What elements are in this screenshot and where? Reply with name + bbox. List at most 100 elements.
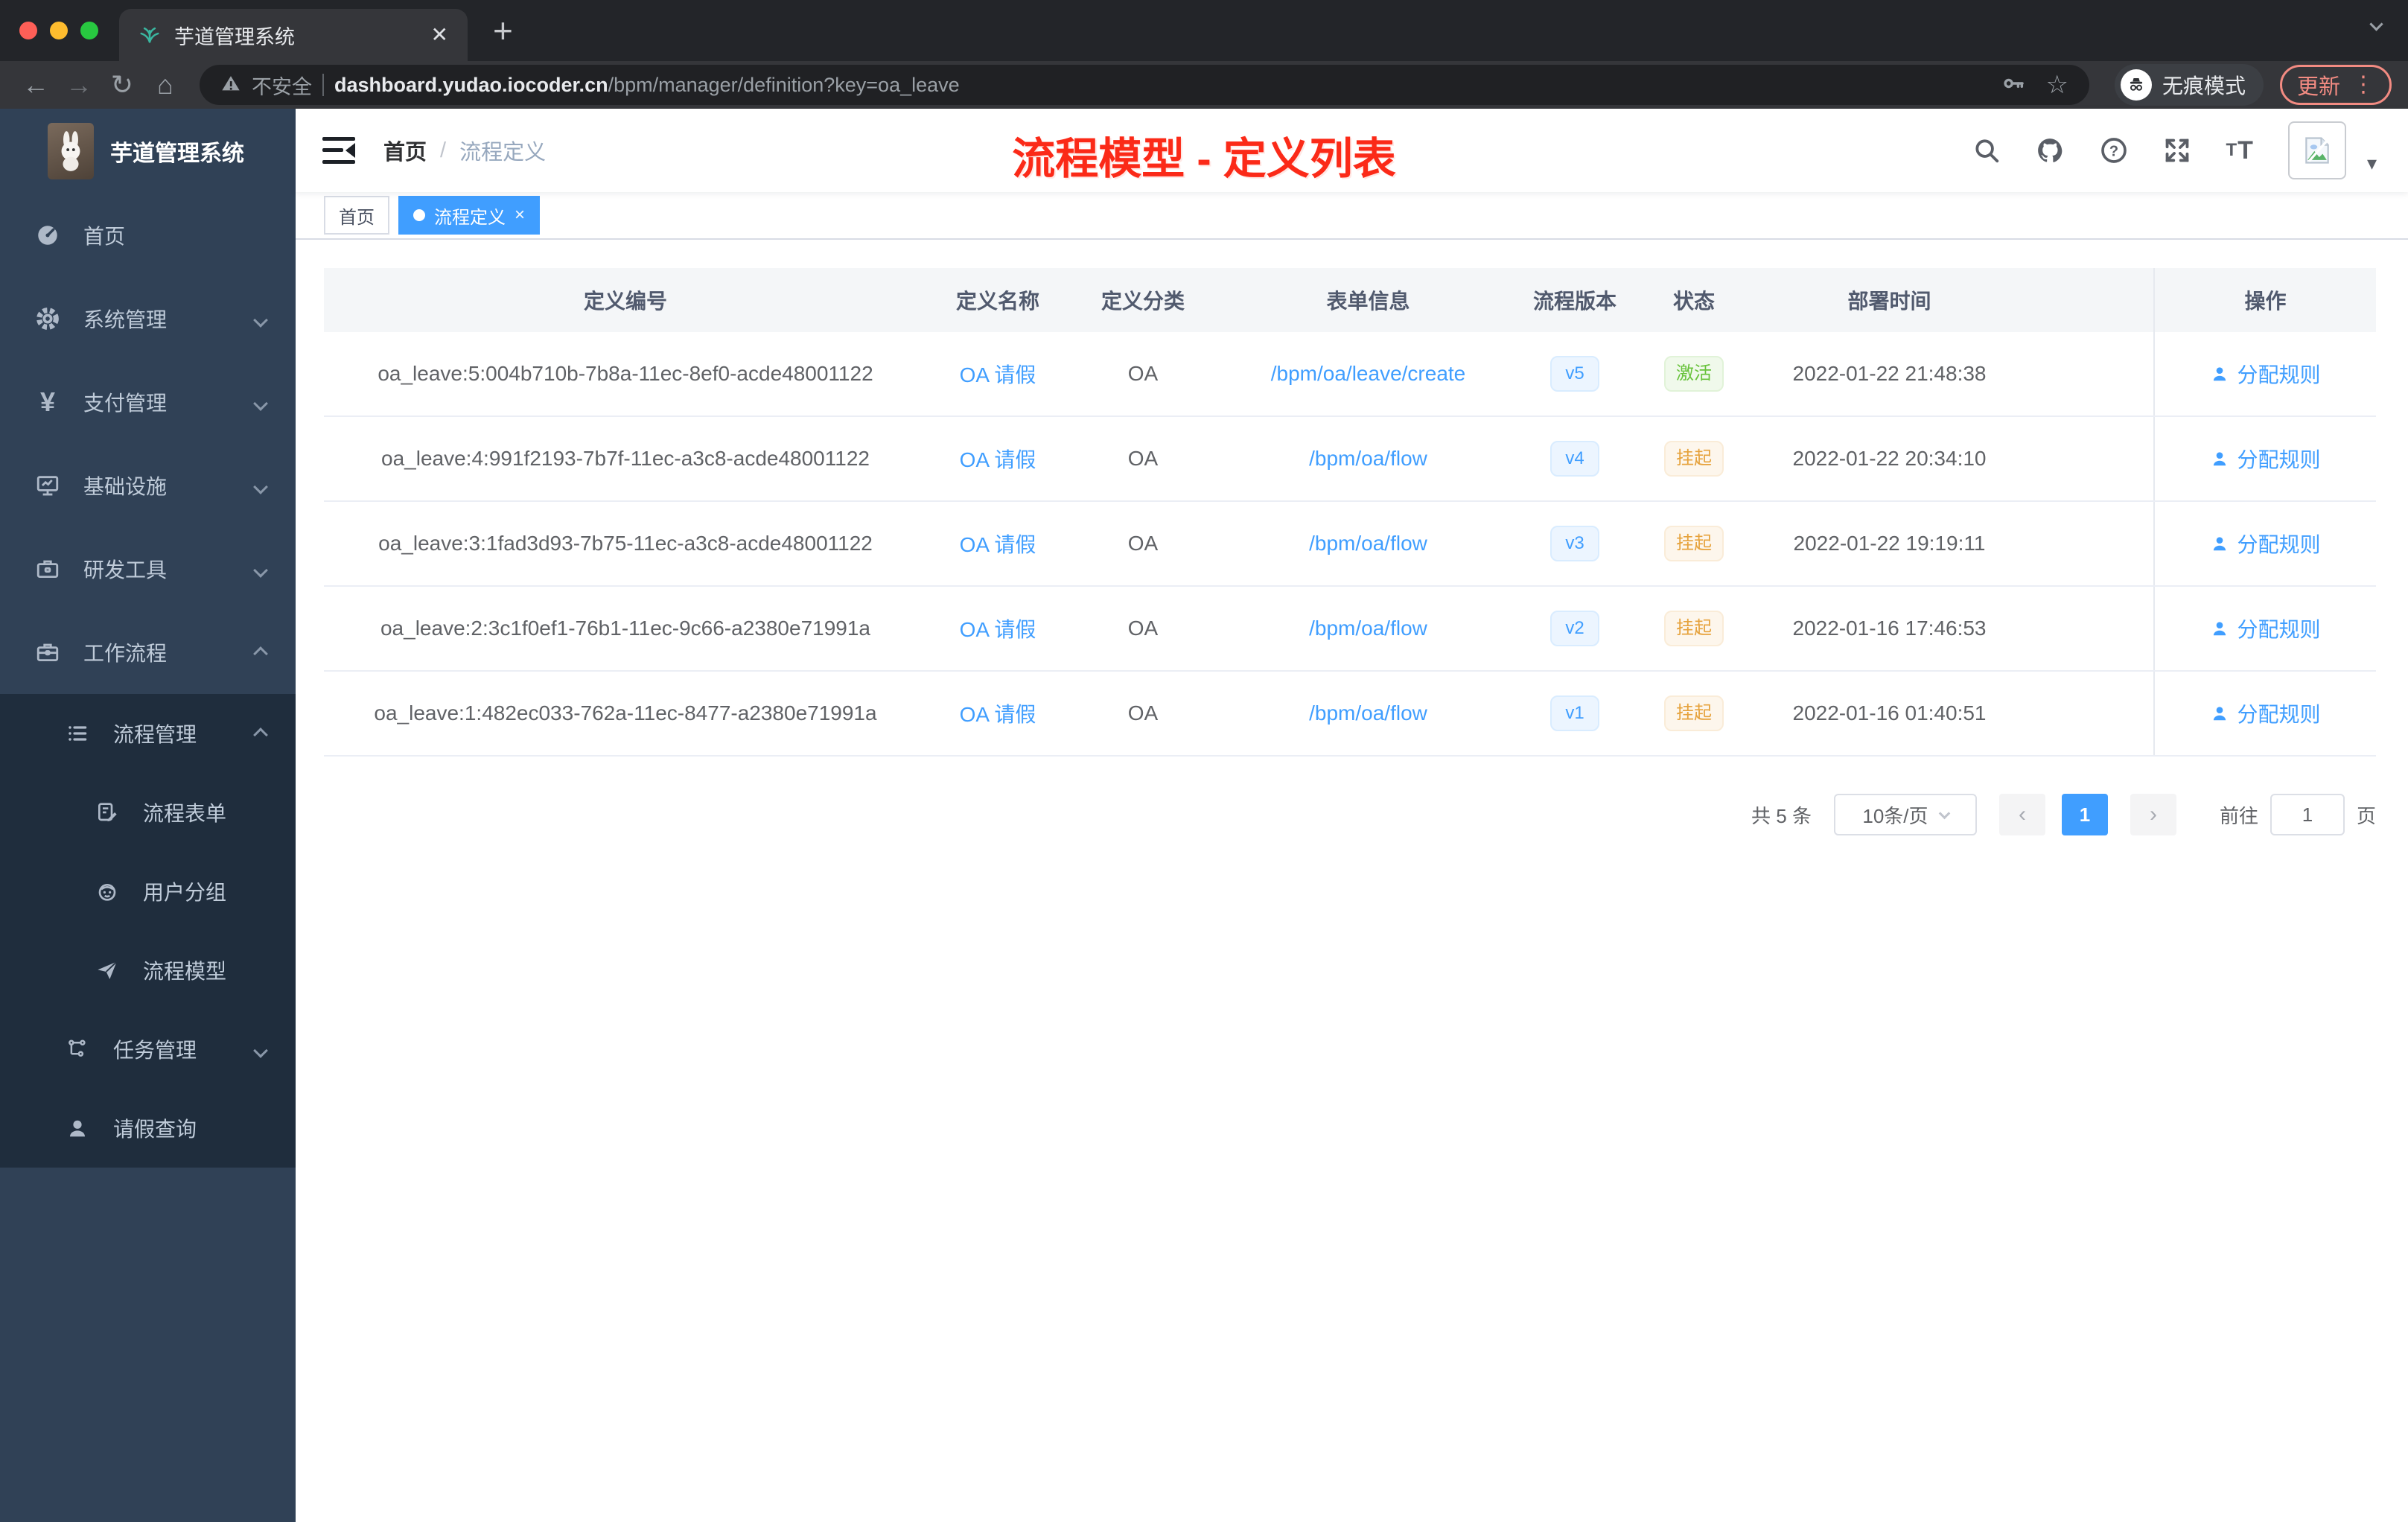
back-button[interactable]: ← bbox=[16, 71, 55, 98]
browser-toolbar: ← → ↻ ⌂ 不安全 dashboard.yudao.iocoder.cn/b… bbox=[0, 61, 2408, 109]
sidebar-menu: 首页 系统管理 ¥ 支付管理 基础设施 研发工具 工作流程 流程管理 流程表单 … bbox=[0, 194, 296, 1168]
column-header: 状态 bbox=[1672, 290, 1715, 313]
sidebar-item-system[interactable]: 系统管理 bbox=[0, 277, 296, 360]
definition-name-link[interactable]: OA 请假 bbox=[960, 444, 1036, 474]
incognito-label: 无痕模式 bbox=[2162, 74, 2246, 98]
column-header: 定义分类 bbox=[1101, 290, 1185, 313]
sidebar-fold-icon[interactable] bbox=[322, 137, 355, 164]
breadcrumb-home[interactable]: 首页 bbox=[383, 135, 427, 166]
definition-name-link[interactable]: OA 请假 bbox=[960, 698, 1036, 728]
status-badge: 挂起 bbox=[1664, 525, 1724, 562]
sidebar-item-leave-query[interactable]: 请假查询 bbox=[0, 1089, 296, 1168]
definition-category: OA bbox=[1127, 701, 1159, 725]
fullscreen-icon[interactable] bbox=[2163, 136, 2191, 165]
status-badge: 激活 bbox=[1664, 355, 1724, 392]
sidebar-item-process-model[interactable]: 流程模型 bbox=[0, 931, 296, 1010]
row-spacer bbox=[2022, 417, 2153, 500]
form-info-link[interactable]: /bpm/oa/flow bbox=[1309, 447, 1427, 471]
form-info-link[interactable]: /bpm/oa/flow bbox=[1309, 617, 1427, 640]
screen: 芋道管理系统 ✕ + ← → ↻ ⌂ 不安全 dashboard.yudao.i… bbox=[0, 0, 2408, 1522]
tag-process-definition[interactable]: 流程定义 × bbox=[398, 196, 541, 235]
home-button[interactable]: ⌂ bbox=[146, 71, 185, 98]
url-text[interactable]: dashboard.yudao.iocoder.cn/bpm/manager/d… bbox=[334, 74, 960, 97]
update-label[interactable]: 更新 bbox=[2297, 69, 2340, 101]
sidebar-item-label: 请假查询 bbox=[113, 1118, 197, 1141]
form-info-link[interactable]: /bpm/oa/flow bbox=[1309, 532, 1427, 555]
sidebar-item-label: 工作流程 bbox=[83, 642, 168, 665]
sidebar-item-workflow[interactable]: 工作流程 bbox=[0, 611, 296, 694]
definition-name-link[interactable]: OA 请假 bbox=[960, 529, 1036, 558]
sidebar-item-infra[interactable]: 基础设施 bbox=[0, 444, 296, 527]
assign-rule-button[interactable]: 分配规则 bbox=[2210, 614, 2321, 643]
paper-plane-icon bbox=[92, 958, 122, 982]
forward-button[interactable]: → bbox=[60, 71, 98, 98]
font-size-icon[interactable]: TT bbox=[2226, 136, 2253, 165]
tag-home[interactable]: 首页 bbox=[324, 196, 389, 235]
address-bar[interactable]: 不安全 dashboard.yudao.iocoder.cn/bpm/manag… bbox=[200, 65, 2089, 105]
help-icon[interactable]: ? bbox=[2099, 136, 2129, 165]
page-size-select[interactable]: 10条/页 bbox=[1833, 794, 1977, 835]
reload-button[interactable]: ↻ bbox=[103, 71, 141, 98]
browser-tab[interactable]: 芋道管理系统 ✕ bbox=[119, 9, 468, 61]
table-row: oa_leave:3:1fad3d93-7b75-11ec-a3c8-acde4… bbox=[324, 502, 2376, 587]
definition-category: OA bbox=[1127, 617, 1159, 640]
github-icon[interactable] bbox=[2035, 136, 2065, 165]
prev-page-button[interactable]: ‹ bbox=[1998, 794, 2045, 835]
assign-rule-button[interactable]: 分配规则 bbox=[2210, 444, 2321, 474]
omnibox-divider bbox=[322, 74, 324, 96]
browser-menu-kebab-icon[interactable]: ⋮ bbox=[2352, 74, 2374, 96]
version-badge: v1 bbox=[1550, 695, 1599, 732]
browser-tab-strip: 芋道管理系统 ✕ + bbox=[0, 0, 2408, 61]
browser-update-button[interactable]: 更新 ⋮ bbox=[2279, 65, 2392, 105]
goto-label: 前往 bbox=[2219, 804, 2258, 827]
window-close-button[interactable] bbox=[19, 22, 37, 39]
page-overlay-title: 流程模型 - 定义列表 bbox=[1012, 135, 1396, 183]
password-key-icon[interactable] bbox=[2001, 71, 2026, 100]
sidebar-item-pay[interactable]: ¥ 支付管理 bbox=[0, 360, 296, 444]
search-icon[interactable] bbox=[1972, 136, 2001, 165]
avatar[interactable] bbox=[2287, 121, 2346, 179]
column-header: 部署时间 bbox=[1847, 290, 1931, 313]
bookmark-star-icon[interactable]: ☆ bbox=[2045, 70, 2068, 100]
next-page-button[interactable]: › bbox=[2130, 794, 2176, 835]
not-secure-label[interactable]: 不安全 bbox=[252, 71, 312, 100]
definition-name-link[interactable]: OA 请假 bbox=[960, 359, 1036, 389]
flow-tree-icon bbox=[63, 1038, 92, 1060]
sidebar-item-task-mgmt[interactable]: 任务管理 bbox=[0, 1010, 296, 1089]
new-tab-button[interactable]: + bbox=[493, 13, 513, 48]
active-tag-dot bbox=[413, 209, 425, 221]
chevron-down-icon bbox=[253, 307, 268, 331]
page-number-current[interactable]: 1 bbox=[2061, 794, 2108, 835]
briefcase-icon bbox=[33, 640, 63, 665]
assign-rule-button[interactable]: 分配规则 bbox=[2210, 359, 2321, 389]
sidebar-item-process-mgmt[interactable]: 流程管理 bbox=[0, 694, 296, 773]
form-info-link[interactable]: /bpm/oa/leave/create bbox=[1271, 362, 1466, 386]
tab-close-icon[interactable]: ✕ bbox=[431, 25, 448, 45]
sidebar-item-dev[interactable]: 研发工具 bbox=[0, 527, 296, 611]
form-info-link[interactable]: /bpm/oa/flow bbox=[1309, 701, 1427, 725]
assign-rule-button[interactable]: 分配规则 bbox=[2210, 529, 2321, 558]
logo-image bbox=[48, 123, 94, 179]
sidebar-logo[interactable]: 芋道管理系统 bbox=[0, 109, 296, 194]
goto-page-input[interactable] bbox=[2270, 794, 2345, 835]
assign-rule-button[interactable]: 分配规则 bbox=[2210, 698, 2321, 728]
definition-name-link[interactable]: OA 请假 bbox=[960, 614, 1036, 643]
sidebar-item-user-group[interactable]: 用户分组 bbox=[0, 852, 296, 931]
table-row: oa_leave:5:004b710b-7b8a-11ec-8ef0-acde4… bbox=[324, 332, 2376, 417]
yen-icon: ¥ bbox=[39, 386, 56, 417]
window-minimize-button[interactable] bbox=[50, 22, 68, 39]
user-icon bbox=[2214, 367, 2226, 381]
avatar-dropdown-caret-icon[interactable]: ▾ bbox=[2367, 152, 2377, 175]
window-zoom-button[interactable] bbox=[80, 22, 98, 39]
tab-search-icon[interactable] bbox=[2369, 17, 2383, 33]
tag-close-icon[interactable]: × bbox=[515, 205, 525, 226]
chevron-up-icon bbox=[253, 640, 268, 664]
sidebar-item-process-form[interactable]: 流程表单 bbox=[0, 773, 296, 852]
table-header-row: 定义编号 定义名称 定义分类 表单信息 流程版本 状态 部署时间 操作 bbox=[324, 268, 2376, 332]
tab-title: 芋道管理系统 bbox=[174, 25, 295, 48]
status-badge: 挂起 bbox=[1664, 610, 1724, 647]
incognito-badge: 无痕模式 bbox=[2114, 64, 2264, 106]
definition-category: OA bbox=[1127, 447, 1159, 470]
row-spacer bbox=[2022, 672, 2153, 755]
sidebar-item-home[interactable]: 首页 bbox=[0, 194, 296, 277]
